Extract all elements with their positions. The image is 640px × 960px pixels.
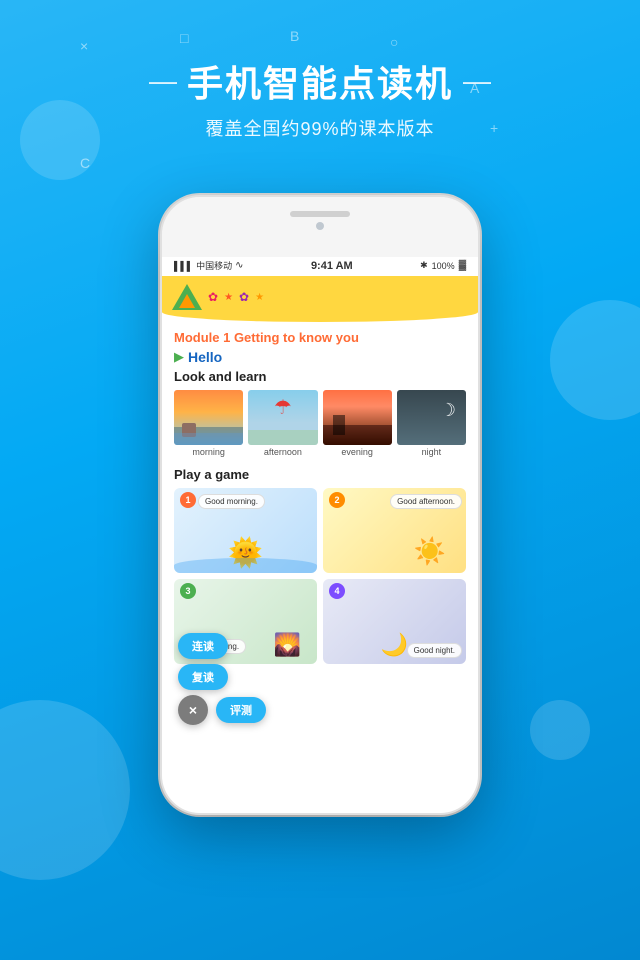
title-dash-2: — <box>463 65 491 97</box>
title-dash: — <box>149 65 177 97</box>
morning-cell[interactable]: morning <box>174 390 243 457</box>
signal-bars: ▌▌▌ <box>174 261 193 271</box>
fu-du-button[interactable]: 复读 <box>178 664 228 690</box>
ground <box>248 430 317 445</box>
night-cell[interactable]: night <box>397 390 466 457</box>
status-left: ▌▌▌ 中国移动 ∿ <box>174 259 244 272</box>
afternoon-label: afternoon <box>248 447 317 457</box>
phone-camera <box>316 222 324 230</box>
bubble-morning: Good morning. <box>198 494 265 509</box>
status-bar: ▌▌▌ 中国移动 ∿ 9:41 AM ✱ 100% ▓ <box>162 255 478 276</box>
deco-star4: ★ <box>255 292 264 303</box>
deco-star: ✿ <box>208 290 218 304</box>
phone-speaker <box>290 211 350 217</box>
app-header: ✿ ★ ✿ ★ <box>162 276 478 312</box>
phone-mockup: ▌▌▌ 中国移动 ∿ 9:41 AM ✱ 100% ▓ <box>160 195 480 815</box>
night-image <box>397 390 466 445</box>
water <box>174 433 243 445</box>
game-num-2: 2 <box>329 492 345 508</box>
header-wave <box>162 312 478 322</box>
subtitle: 覆盖全国约99%的课本版本 <box>0 115 640 141</box>
sun-afternoon-icon: ☀️ <box>414 536 446 567</box>
afternoon-cell[interactable]: afternoon <box>248 390 317 457</box>
morning-image <box>174 390 243 445</box>
lian-du-button[interactable]: 连读 <box>178 633 228 659</box>
silhouette <box>333 415 345 435</box>
evening-cell[interactable]: evening <box>323 390 392 457</box>
game-num-3: 3 <box>180 583 196 599</box>
carrier-label: 中国移动 <box>196 259 232 272</box>
bubble-afternoon: Good afternoon. <box>390 494 462 509</box>
phone-screen: ▌▌▌ 中国移动 ∿ 9:41 AM ✱ 100% ▓ <box>162 255 478 813</box>
float-buttons-group: 连读 复读 × 评测 <box>178 633 266 725</box>
header: — 手机智能点读机 — 覆盖全国约99%的课本版本 <box>0 0 640 141</box>
ping-ce-button[interactable]: 评测 <box>216 697 266 723</box>
look-learn-label: Look and learn <box>174 369 466 384</box>
game-title: Play a game <box>174 467 466 482</box>
image-grid: morning afternoon evening <box>174 390 466 457</box>
status-time: 9:41 AM <box>311 260 353 272</box>
evening-image <box>323 390 392 445</box>
game-num-4: 4 <box>329 583 345 599</box>
bluetooth-icon: ✱ <box>420 260 428 271</box>
evening-label: evening <box>323 447 392 457</box>
moon-night-icon: 🌙 <box>381 632 408 658</box>
wifi-icon: ∿ <box>235 260 243 271</box>
module-title: Module 1 Getting to know you <box>174 330 466 345</box>
main-title: 手机智能点读机 <box>187 55 453 107</box>
game-cell-night[interactable]: 4 Good night. 🌙 <box>323 579 466 664</box>
hello-row: ▶ Hello <box>174 349 466 365</box>
afternoon-image <box>248 390 317 445</box>
deco-star2: ★ <box>224 292 233 303</box>
app-logo <box>172 282 202 312</box>
status-right: ✱ 100% ▓ <box>420 260 466 271</box>
deco-c: C <box>80 155 90 171</box>
mountain-evening-icon: 🌄 <box>274 632 301 658</box>
bubble-night: Good night. <box>407 643 462 658</box>
deco-star3: ✿ <box>239 290 249 304</box>
app-content: Module 1 Getting to know you ▶ Hello Loo… <box>162 324 478 467</box>
phone-top-bezel <box>162 197 478 257</box>
wave <box>174 558 317 573</box>
battery-icon: ▓ <box>459 260 466 271</box>
night-label: night <box>397 447 466 457</box>
morning-label: morning <box>174 447 243 457</box>
hello-text: Hello <box>188 349 222 365</box>
game-num-1: 1 <box>180 492 196 508</box>
game-cell-morning[interactable]: 1 Good morning. 🌞 <box>174 488 317 573</box>
game-cell-afternoon[interactable]: 2 Good afternoon. ☀️ <box>323 488 466 573</box>
battery-label: 100% <box>432 261 455 271</box>
close-button[interactable]: × <box>178 695 208 725</box>
power-button <box>478 297 480 347</box>
play-icon[interactable]: ▶ <box>174 349 184 365</box>
